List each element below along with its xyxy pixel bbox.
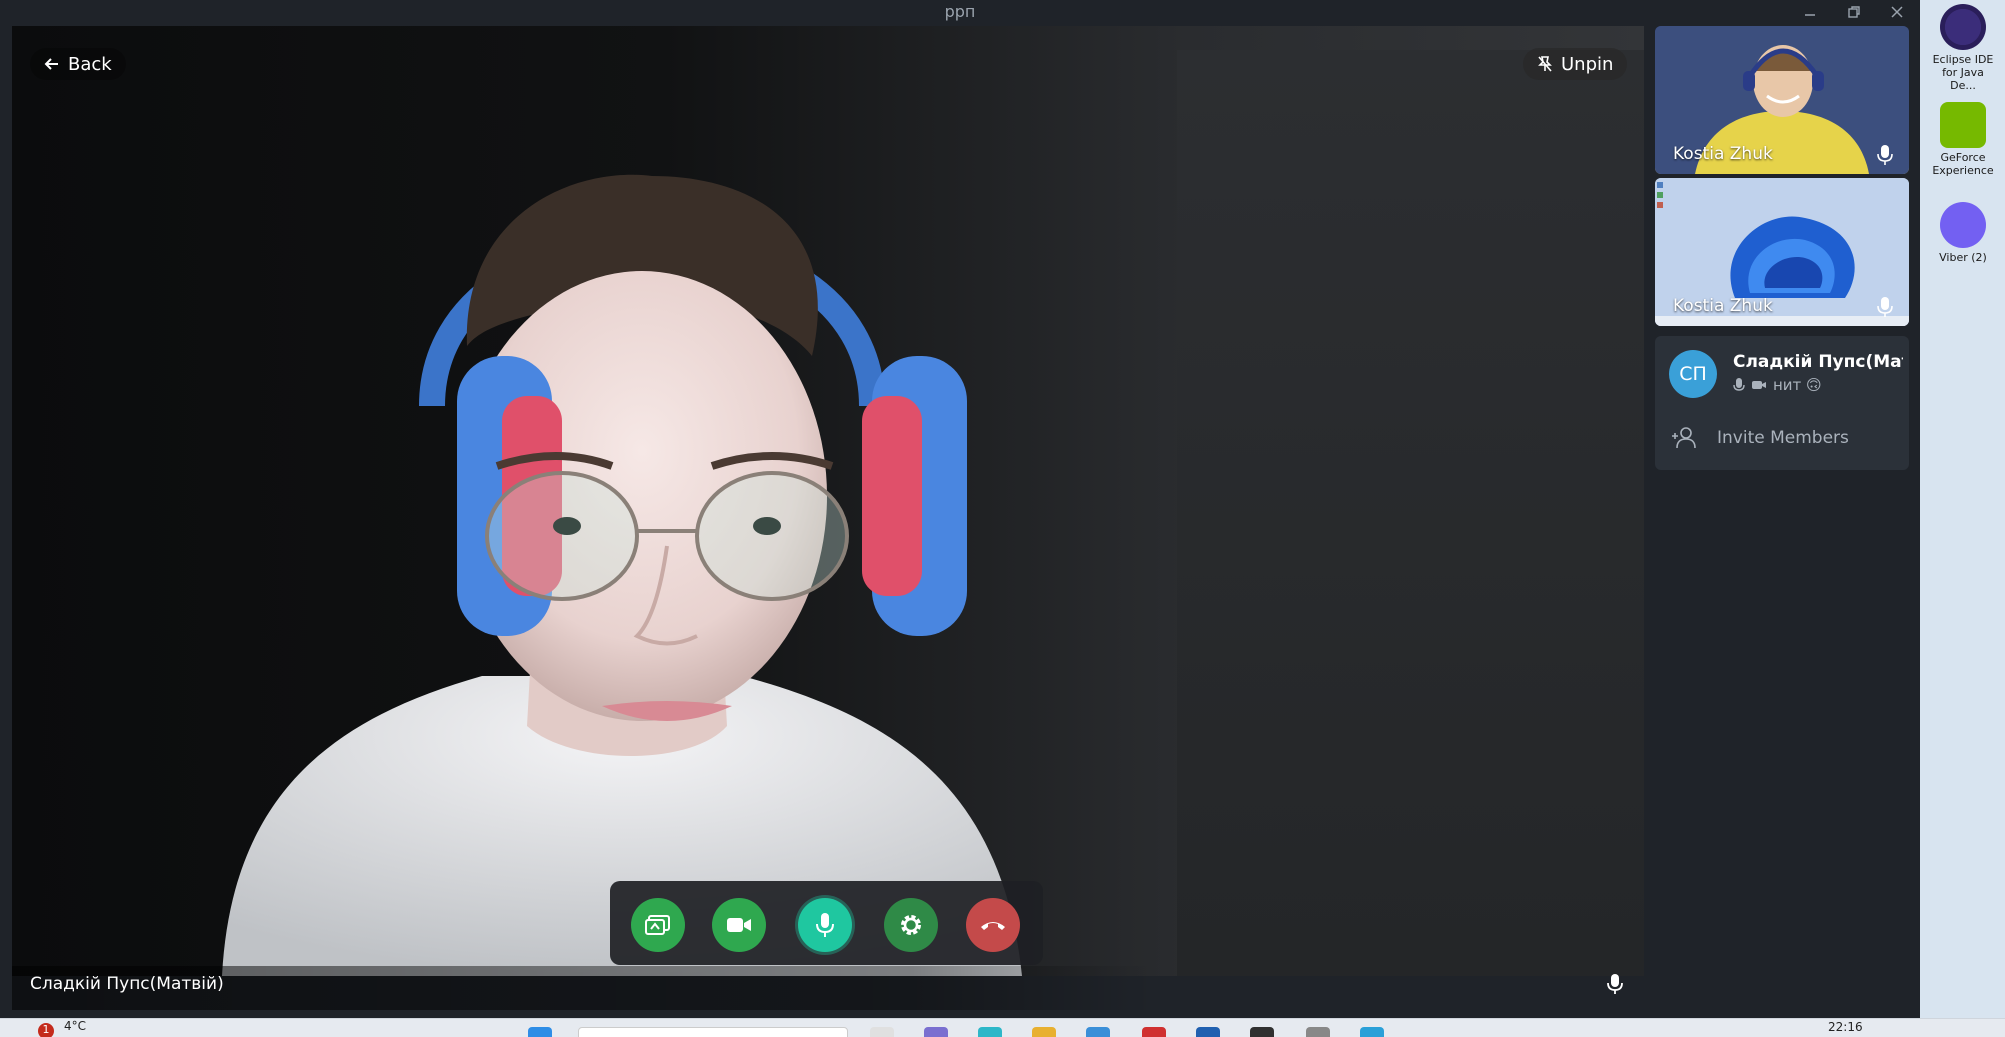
restore-button[interactable] [1839, 1, 1869, 23]
app-icon[interactable] [870, 1027, 894, 1037]
app-icon[interactable] [1142, 1027, 1166, 1037]
app-icon[interactable] [978, 1027, 1002, 1037]
desktop-icon-geforce[interactable]: GeForce Experience [1928, 102, 1998, 177]
app-window: рpп Back Unpin Сладкій Пупс(Матвій) Kost… [0, 0, 1920, 1018]
camera-button[interactable] [712, 898, 766, 952]
unpin-button[interactable]: Unpin [1523, 48, 1628, 80]
screen-share-icon [645, 915, 670, 935]
back-button[interactable]: Back [30, 48, 126, 80]
eclipse-icon [1940, 4, 1986, 50]
camera-icon [727, 918, 751, 932]
restore-icon [1848, 6, 1860, 18]
taskbar: 1 4°C 22:16 [0, 1018, 2005, 1037]
member-name[interactable]: Сладкій Пупс(Мат... [1733, 352, 1903, 372]
desktop-icon-label: GeForce Experience [1932, 151, 1994, 177]
avatar: СП [1669, 350, 1717, 398]
minimize-icon [1805, 14, 1815, 16]
close-button[interactable] [1882, 1, 1912, 23]
windows-start-icon[interactable] [528, 1027, 552, 1037]
desktop-icon-label: Viber (2) [1939, 251, 1987, 264]
screen-share-tile[interactable]: Kostia Zhuk [1655, 178, 1909, 326]
taskbar-clock[interactable]: 22:16 [1828, 1020, 1863, 1034]
end-call-button[interactable] [966, 898, 1020, 952]
participant-name: Kostia Zhuk [1673, 296, 1773, 316]
minimize-button[interactable] [1795, 1, 1825, 23]
hang-up-icon [981, 922, 1005, 930]
viber-icon [1940, 202, 1986, 248]
desktop-icon-eclipse[interactable]: Eclipse IDE for Java De... [1928, 4, 1998, 92]
speaker-mic-icon [1607, 974, 1623, 994]
gear-icon [901, 915, 921, 935]
add-user-icon [1672, 427, 1696, 449]
app-icon[interactable] [1086, 1027, 1110, 1037]
screen-share-button[interactable] [631, 898, 685, 952]
telegram-icon[interactable] [1360, 1027, 1384, 1037]
speaker-name: Сладкій Пупс(Матвій) [30, 974, 224, 994]
window-title: рpп [944, 2, 976, 21]
folder-icon[interactable] [1032, 1027, 1056, 1037]
participant-name: Kostia Zhuk [1673, 144, 1773, 164]
member-status-text: нит 🙃 [1773, 376, 1822, 394]
weather-widget[interactable]: 4°C [64, 1019, 86, 1033]
desktop-icon-label: Eclipse IDE for Java De... [1932, 53, 1994, 92]
camera-icon [1752, 381, 1766, 389]
desktop-icon-viber[interactable]: Viber (2) [1928, 202, 1998, 264]
title-bar: рpп [0, 0, 1920, 24]
app-icon[interactable] [1306, 1027, 1330, 1037]
call-controls [610, 881, 1043, 965]
unpin-label: Unpin [1561, 53, 1614, 75]
desktop-area: Eclipse IDE for Java De... GeForce Exper… [1920, 0, 2005, 1018]
settings-button[interactable] [884, 898, 938, 952]
unpin-icon [1538, 56, 1552, 72]
mic-icon [1877, 297, 1893, 317]
mic-muted-icon [1733, 378, 1745, 391]
geforce-icon [1940, 102, 1986, 148]
invite-members-label: Invite Members [1717, 428, 1849, 448]
microphone-button[interactable] [798, 898, 852, 952]
back-label: Back [68, 53, 112, 75]
app-icon[interactable] [1250, 1027, 1274, 1037]
arrow-left-icon [44, 58, 58, 70]
microphone-icon [816, 913, 834, 937]
invite-members-button[interactable]: Invite Members [1669, 420, 1899, 456]
speaker-name-bar [12, 966, 1644, 1010]
search-box[interactable] [578, 1027, 848, 1037]
app-icon[interactable] [1196, 1027, 1220, 1037]
member-list: СП Сладкій Пупс(Мат... нит 🙃 Invite Memb… [1655, 336, 1909, 470]
close-icon [1891, 6, 1903, 18]
mic-icon [1877, 145, 1893, 165]
main-video-feed[interactable]: Back Unpin [12, 26, 1644, 976]
member-status-row: нит 🙃 [1733, 376, 1822, 394]
participant-video-image [222, 174, 1022, 976]
notification-badge: 1 [38, 1023, 54, 1037]
participant-tile[interactable]: Kostia Zhuk [1655, 26, 1909, 174]
app-icon[interactable] [924, 1027, 948, 1037]
